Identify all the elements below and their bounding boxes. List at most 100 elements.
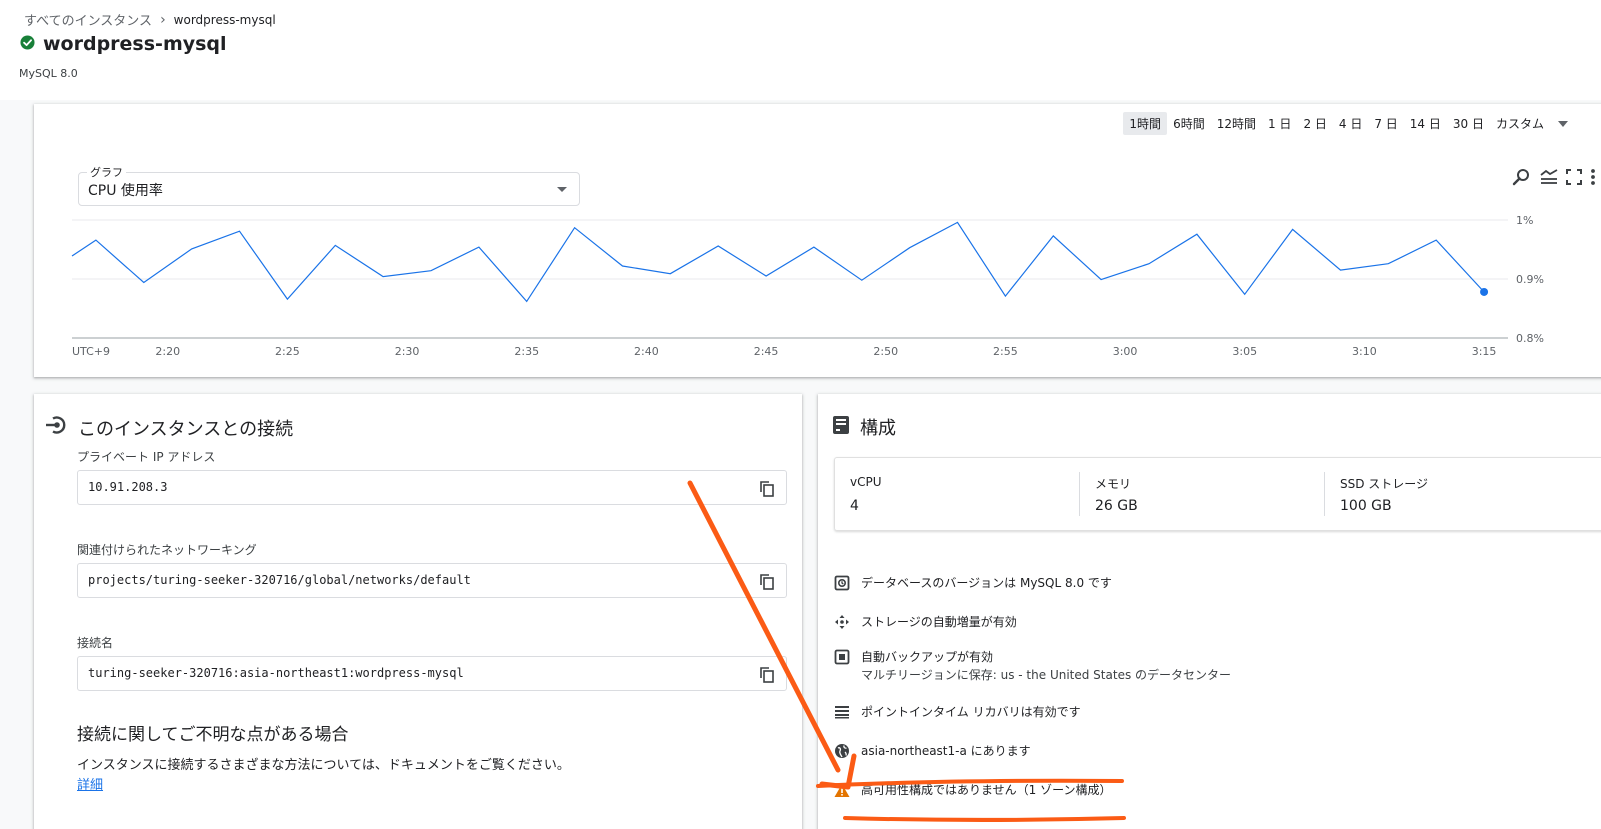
network-label: 関連付けられたネットワーキング [77,543,257,557]
private-ip-label: プライベート IP アドレス [77,450,216,464]
globe-icon [833,742,851,760]
fullscreen-icon[interactable] [1566,169,1582,189]
spec-value: 4 [850,498,859,514]
config-item-text: asia-northeast1-a にあります [861,743,1031,760]
series-last-point [1480,287,1489,296]
y-tick-label: 1% [1516,214,1533,227]
breadcrumb-current: wordpress-mysql [173,12,276,27]
configuration-section-title: 構成 [832,414,896,440]
breadcrumb: すべてのインスタンス › wordpress-mysql [24,10,276,30]
connection-section-title: このインスタンスとの接続 [46,414,293,441]
list-icon [833,703,851,721]
network-field: projects/turing-seeker-320716/global/net… [77,563,787,598]
x-tick-label: 2:40 [634,345,659,358]
spec-label: SSD ストレージ [1340,477,1429,491]
time-range-option[interactable]: 30 日 [1447,112,1490,135]
x-tick-label: 3:00 [1113,345,1138,358]
x-tick-label: 2:20 [155,345,180,358]
time-range-option[interactable]: 6時間 [1167,112,1211,135]
warning-icon [833,781,851,799]
copy-icon[interactable] [760,574,774,594]
chart-select-value: CPU 使用率 [88,183,163,199]
config-item: ストレージの自動増量が有効 [833,614,1017,631]
x-tick-label: 3:05 [1232,345,1257,358]
time-range-option[interactable]: 1時間 [1123,112,1168,135]
time-range-option[interactable]: 14 日 [1404,112,1447,135]
time-range-option[interactable]: 12時間 [1211,112,1262,135]
config-item: 高可用性構成ではありません（1 ゾーン構成） [833,782,1112,799]
spec-label: メモリ [1095,477,1132,491]
config-item-label: asia-northeast1-a にあります [861,744,1031,758]
series-line [71,221,1485,303]
x-tick-label: 2:55 [993,345,1018,358]
instance-name: wordpress-mysql [43,33,227,55]
connection-icon [46,414,68,441]
time-range-option[interactable]: カスタム [1490,112,1550,135]
x-tick-label: 3:10 [1352,345,1377,358]
zoom-search-icon[interactable] [1512,168,1532,190]
config-item-label: データベースのバージョンは MySQL 8.0 です [861,576,1112,590]
connection-name-field: turing-seeker-320716:asia-northeast1:wor… [77,656,787,691]
spec-label: vCPU [850,475,882,489]
config-item: 自動バックアップが有効マルチリージョンに保存: us - the United … [833,649,1231,684]
chart-select-label: グラフ [87,164,126,180]
x-tick-label: 2:50 [873,345,898,358]
more-vert-icon[interactable] [1590,168,1596,190]
x-tick-label: 2:35 [514,345,539,358]
private-ip-field: 10.91.208.3 [77,470,787,505]
time-range-option[interactable]: 4 日 [1333,112,1368,135]
config-item-text: ポイントインタイム リカバリは有効です [861,704,1081,721]
compare-lines-icon[interactable] [1540,169,1558,189]
config-item-subtext: マルチリージョンに保存: us - the United States のデータ… [861,668,1232,682]
check-circle-icon [20,34,35,54]
time-range-option[interactable]: 1 日 [1262,112,1297,135]
spec-divider [1324,472,1325,516]
x-tick-label: 3:15 [1472,345,1497,358]
y-tick-label: 0.9% [1516,273,1544,286]
configuration-panel: 構成 vCPU 4 メモリ 26 GB SSD ストレージ 100 GB データベースのバ… [818,394,1601,829]
cpu-usage-chart: 1% 0.9% 0.8% UTC+9 2:20 2:25 2:30 2:35 2:40 2:45 2… [71,214,1544,358]
config-item-text: 高可用性構成ではありません（1 ゾーン構成） [861,782,1112,799]
network-value: projects/turing-seeker-320716/global/net… [88,573,471,587]
y-tick-label: 0.8% [1516,332,1544,345]
database-version-icon [833,574,851,592]
breadcrumb-parent-link[interactable]: すべてのインスタンス [24,10,152,29]
config-item-label: 自動バックアップが有効 [861,650,994,664]
time-range-option[interactable]: 7 日 [1368,112,1403,135]
dropdown-arrow-icon[interactable] [1558,120,1568,127]
help-title: 接続に関してご不明な点がある場合 [77,725,349,745]
config-item-text: データベースのバージョンは MySQL 8.0 です [861,575,1112,592]
spec-divider [1079,472,1080,516]
help-text: インスタンスに接続するさまざまな方法については、ドキュメントをご覧ください。詳細 [77,758,570,793]
instance-version: MySQL 8.0 [19,67,78,80]
config-item-label: ポイントインタイム リカバリは有効です [861,705,1081,719]
spec-value: 100 GB [1340,498,1392,514]
metrics-chart-card: 1時間 6時間 12時間 1 日2 日4 日7 日 14 日 30 日カスタム グラフ C… [34,104,1601,377]
connection-name-value: turing-seeker-320716:asia-northeast1:wor… [88,666,464,680]
dropdown-arrow-icon [557,187,567,192]
x-tick-label: 2:45 [754,345,779,358]
chart-toolbar [1512,168,1596,190]
config-item-text: ストレージの自動増量が有効 [861,614,1017,631]
copy-icon[interactable] [760,481,774,501]
config-item-label: ストレージの自動増量が有効 [861,615,1017,629]
x-tick-label: 2:25 [275,345,300,358]
learn-more-link[interactable]: 詳細 [77,778,103,793]
spec-value: 26 GB [1095,498,1138,514]
page-title: wordpress-mysql [20,33,227,55]
copy-icon[interactable] [760,667,774,687]
storage-increase-icon [833,613,851,631]
time-range-option[interactable]: 2 日 [1297,112,1332,135]
chevron-right-icon: › [160,11,166,28]
config-item: ポイントインタイム リカバリは有効です [833,704,1081,721]
connection-panel: このインスタンスとの接続 プライベート IP アドレス 10.91.208.3 … [34,394,802,829]
private-ip-value: 10.91.208.3 [88,480,168,494]
x-tick-label: 2:30 [395,345,420,358]
machine-specs: vCPU 4 メモリ 26 GB SSD ストレージ 100 GB [834,457,1601,531]
server-config-icon [832,415,850,440]
chart-type-select[interactable]: グラフ CPU 使用率 [78,164,580,206]
timezone-label: UTC+9 [72,345,110,358]
config-item-label: 高可用性構成ではありません（1 ゾーン構成） [861,783,1112,797]
config-item: データベースのバージョンは MySQL 8.0 です [833,575,1112,592]
config-item: asia-northeast1-a にあります [833,743,1031,760]
